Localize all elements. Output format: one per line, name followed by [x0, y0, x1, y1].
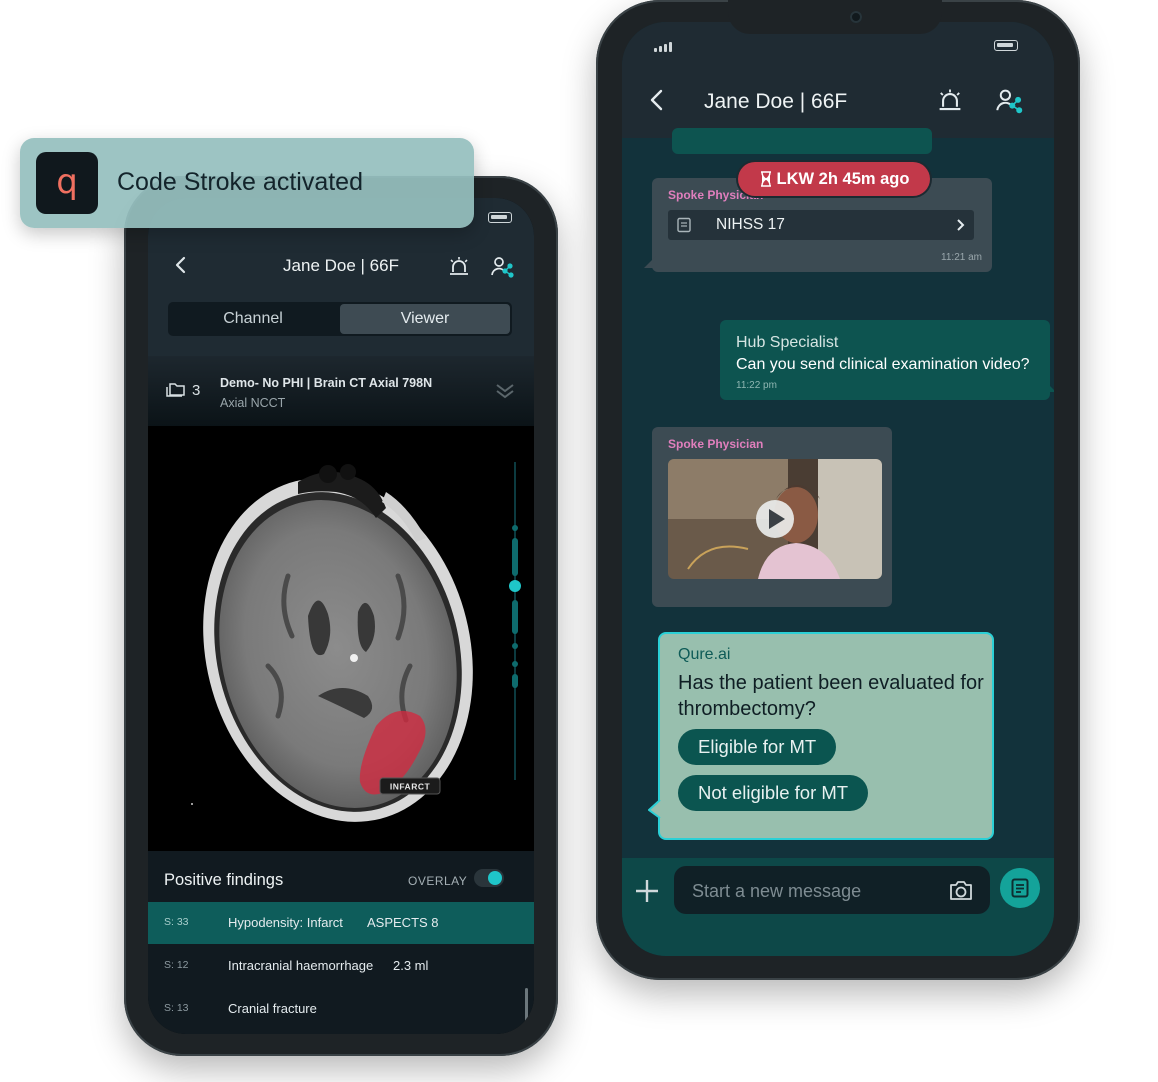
siren-icon[interactable] [934, 86, 966, 116]
double-chevron-down-icon[interactable] [494, 382, 516, 400]
infarct-label: INFARCT [390, 782, 431, 792]
ct-scan-image: INFARCT [191, 464, 473, 822]
video-frame [668, 459, 882, 579]
finding-value: 2.3 ml [393, 958, 429, 973]
slice-markers [509, 525, 521, 688]
message-text: Can you send clinical examination video? [736, 356, 1030, 373]
finding-name: Intracranial haemorrhage [228, 958, 374, 973]
signal-icon [654, 42, 672, 52]
study-title: Demo- No PHI | Brain CT Axial 798N [220, 376, 433, 390]
chevron-left-icon[interactable] [646, 88, 668, 112]
team-share-icon[interactable] [490, 254, 516, 280]
bubble-tail [1048, 384, 1054, 392]
plus-icon[interactable] [634, 878, 660, 904]
positive-findings-panel: Positive findings OVERLAY S: 33 Hypodens… [148, 851, 534, 1034]
front-camera [850, 11, 862, 23]
previous-message-bubble [672, 128, 932, 154]
toast-message: Code Stroke activated [117, 168, 363, 196]
folder-stack-icon [166, 383, 185, 397]
tab-viewer[interactable]: Viewer [340, 304, 510, 334]
clinical-video-thumbnail[interactable] [668, 459, 882, 579]
message-sender: Hub Specialist [736, 334, 839, 351]
message-question: Has the patient been evaluated for throm… [678, 672, 984, 720]
finding-row[interactable]: S: 13 Cranial fracture [148, 988, 534, 1030]
lkw-text: LKW 2h 45m ago [776, 169, 910, 188]
qure-ai-message: Qure.ai Has the patient been evaluated f… [658, 632, 994, 840]
finding-name: Cranial fracture [228, 1001, 317, 1016]
patient-title: Jane Doe | 66F [283, 256, 399, 275]
chevron-right-icon [957, 219, 965, 231]
nihss-attachment[interactable]: NIHSS 17 [668, 210, 974, 240]
nihss-label: NIHSS 17 [716, 216, 785, 233]
not-eligible-for-mt-button[interactable]: Not eligible for MT [678, 775, 869, 811]
series-count: 3 [192, 382, 201, 399]
document-icon [677, 217, 691, 233]
patient-title: Jane Doe | 66F [704, 90, 848, 113]
overlay-label: OVERLAY [408, 874, 468, 888]
finding-row[interactable]: S: 12 Intracranial haemorrhage 2.3 ml [148, 945, 534, 987]
findings-scrollbar[interactable] [525, 988, 528, 1034]
overlay-toggle[interactable] [474, 869, 504, 887]
findings-header: Positive findings [164, 871, 284, 889]
notes-button[interactable] [1000, 868, 1040, 908]
study-row[interactable]: 3 Demo- No PHI | Brain CT Axial 798N Axi… [148, 356, 534, 426]
qure-logo-icon: q [36, 152, 98, 214]
finding-slice: S: 13 [164, 1002, 189, 1014]
camera-icon[interactable] [948, 878, 974, 902]
message-sender: Qure.ai [678, 646, 731, 663]
tab-channel[interactable]: Channel [168, 302, 338, 336]
finding-row[interactable]: S: 33 Hypodensity: Infarct ASPECTS 8 [148, 902, 534, 944]
left-phone: Jane Doe | 66F Channel Viewer 3 Demo- No… [124, 176, 558, 1056]
chat-header: Jane Doe | 66F [622, 22, 1054, 138]
message-composer: Start a new message [622, 858, 1054, 956]
bubble-tail [648, 800, 661, 819]
siren-icon[interactable] [446, 254, 472, 280]
ct-image-viewer[interactable]: INFARCT [148, 426, 534, 871]
finding-slice: S: 12 [164, 959, 189, 971]
message-placeholder: Start a new message [692, 881, 862, 901]
message-bubble: Hub Specialist Can you send clinical exa… [720, 320, 1050, 400]
eligible-for-mt-button[interactable]: Eligible for MT [678, 729, 837, 765]
finding-slice: S: 33 [164, 916, 189, 928]
left-phone-screen: Jane Doe | 66F Channel Viewer 3 Demo- No… [148, 198, 534, 1034]
lkw-badge: LKW 2h 45m ago [738, 162, 930, 196]
code-stroke-toast[interactable]: q Code Stroke activated [20, 138, 474, 228]
bubble-tail [644, 256, 656, 268]
chat-thread[interactable]: Spoke Physician NIHSS 17 11:21 am LKW 2h… [622, 128, 1054, 858]
message-sender: Spoke Physician [668, 437, 764, 451]
right-phone: Jane Doe | 66F Spoke Physician NIHSS 17 … [596, 0, 1080, 980]
team-share-icon[interactable] [994, 86, 1026, 116]
message-bubble: Spoke Physician [652, 427, 892, 607]
channel-viewer-tabs: Channel Viewer [168, 302, 512, 336]
finding-value: ASPECTS 8 [367, 915, 439, 930]
finding-name: Hypodensity: Infarct [228, 915, 343, 930]
svg-text:q: q [56, 163, 78, 202]
message-time: 11:21 am [941, 252, 982, 263]
notes-icon [1011, 878, 1029, 898]
right-phone-screen: Jane Doe | 66F Spoke Physician NIHSS 17 … [622, 22, 1054, 956]
message-time: 11:22 pm [736, 380, 777, 391]
message-input[interactable]: Start a new message [674, 866, 990, 914]
phone-notch [728, 0, 942, 34]
study-subtitle: Axial NCCT [220, 396, 286, 410]
battery-icon [488, 212, 512, 223]
hourglass-icon [760, 171, 771, 187]
battery-icon [994, 40, 1018, 51]
